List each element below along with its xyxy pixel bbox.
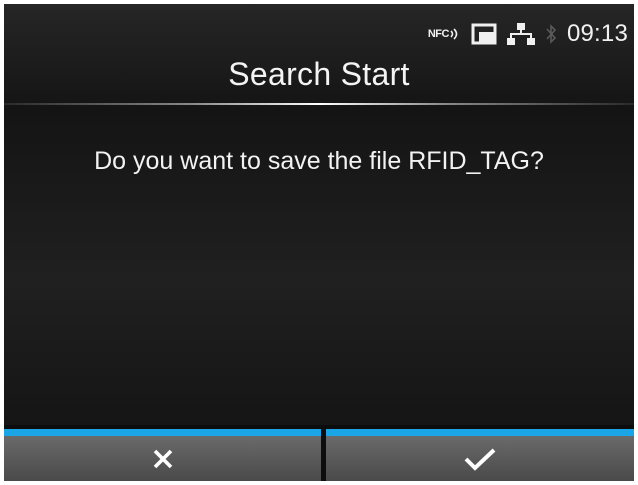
network-icon xyxy=(506,22,535,46)
dialog-body: Do you want to save the file RFID_TAG? xyxy=(4,105,634,425)
nfc-icon: NFC xyxy=(428,27,461,41)
nfc-label: NFC xyxy=(427,28,450,40)
confirm-button[interactable] xyxy=(326,429,634,481)
page-title: Search Start xyxy=(228,56,410,92)
card-icon xyxy=(471,23,497,45)
button-bar xyxy=(4,429,634,481)
printer-screen: NFC 09:13 Search Start Do you want to sa… xyxy=(4,4,634,481)
status-bar: NFC 09:13 xyxy=(428,14,628,54)
dialog-message: Do you want to save the file RFID_TAG? xyxy=(94,147,544,175)
bluetooth-icon xyxy=(545,22,557,46)
clock: 09:13 xyxy=(566,20,628,47)
checkmark-icon xyxy=(464,448,496,471)
title-bar: NFC 09:13 Search Start xyxy=(4,4,634,104)
cancel-button[interactable] xyxy=(4,429,321,481)
close-icon xyxy=(153,449,172,468)
